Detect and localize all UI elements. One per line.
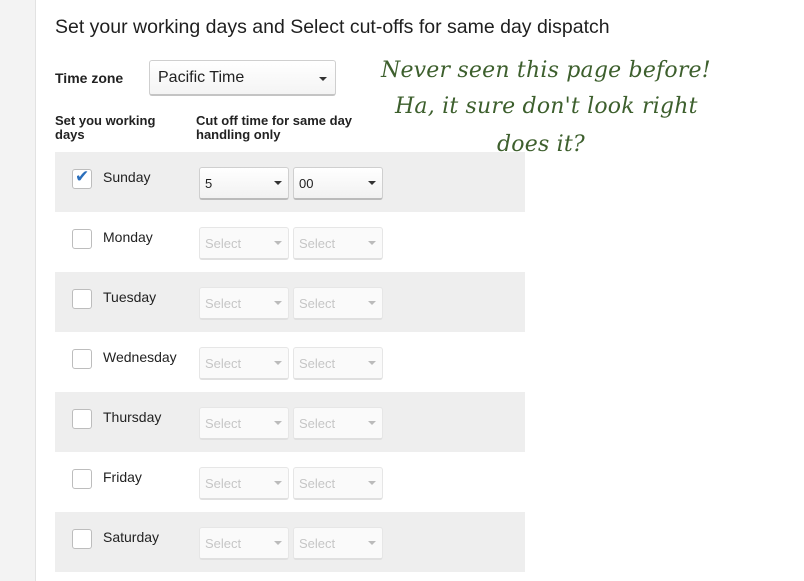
monday-hour-select[interactable]: Select xyxy=(199,227,289,260)
hour-value: 5 xyxy=(205,176,213,191)
friday-minute-select[interactable]: Select xyxy=(293,467,383,500)
annotation-line-3: does it? xyxy=(497,132,585,157)
minute-value: Select xyxy=(299,296,336,311)
chevron-down-icon xyxy=(368,241,376,245)
saturday-minute-select[interactable]: Select xyxy=(293,527,383,560)
annotation-line-1: Never seen this page before! xyxy=(381,58,711,83)
hour-value: Select xyxy=(205,356,242,371)
day-row-monday: Monday Select Select xyxy=(55,212,525,272)
friday-checkbox[interactable] xyxy=(72,469,92,489)
chevron-down-icon xyxy=(368,361,376,365)
chevron-down-icon xyxy=(368,301,376,305)
monday-checkbox[interactable] xyxy=(72,229,92,249)
day-label: Monday xyxy=(103,229,153,245)
saturday-hour-select[interactable]: Select xyxy=(199,527,289,560)
chevron-down-icon xyxy=(274,361,282,365)
cutoff-column-header: Cut off time for same day handling only xyxy=(196,113,353,142)
minute-value: 00 xyxy=(299,176,314,191)
saturday-checkbox[interactable] xyxy=(72,529,92,549)
minute-value: Select xyxy=(299,476,336,491)
tuesday-checkbox[interactable] xyxy=(72,289,92,309)
chevron-down-icon xyxy=(274,481,282,485)
thursday-checkbox[interactable] xyxy=(72,409,92,429)
day-row-sunday: ✔ Sunday 5 00 xyxy=(55,152,525,212)
sunday-checkbox[interactable]: ✔ xyxy=(72,167,92,189)
sunday-hour-select[interactable]: 5 xyxy=(199,167,289,200)
hour-value: Select xyxy=(205,416,242,431)
thursday-minute-select[interactable]: Select xyxy=(293,407,383,440)
wednesday-checkbox[interactable] xyxy=(72,349,92,369)
day-row-tuesday: Tuesday Select Select xyxy=(55,272,525,332)
friday-hour-select[interactable]: Select xyxy=(199,467,289,500)
day-row-friday: Friday Select Select xyxy=(55,452,525,512)
page-title: Set your working days and Select cut-off… xyxy=(55,16,610,38)
sunday-minute-select[interactable]: 00 xyxy=(293,167,383,200)
day-row-saturday: Saturday Select Select xyxy=(55,512,525,572)
chevron-down-icon xyxy=(368,541,376,545)
day-label: Friday xyxy=(103,469,142,485)
day-label: Thursday xyxy=(103,409,162,425)
days-column-header: Set you working days xyxy=(55,113,156,142)
chevron-down-icon xyxy=(368,421,376,425)
timezone-value: Pacific Time xyxy=(158,69,245,86)
chevron-down-icon xyxy=(274,301,282,305)
tuesday-minute-select[interactable]: Select xyxy=(293,287,383,320)
chevron-down-icon xyxy=(274,421,282,425)
minute-value: Select xyxy=(299,356,336,371)
hour-value: Select xyxy=(205,236,242,251)
hour-value: Select xyxy=(205,536,242,551)
chevron-down-icon xyxy=(368,481,376,485)
chevron-down-icon xyxy=(274,241,282,245)
chevron-down-icon xyxy=(319,77,327,81)
timezone-label: Time zone xyxy=(55,70,124,86)
wednesday-hour-select[interactable]: Select xyxy=(199,347,289,380)
day-label: Sunday xyxy=(103,169,151,185)
thursday-hour-select[interactable]: Select xyxy=(199,407,289,440)
tuesday-hour-select[interactable]: Select xyxy=(199,287,289,320)
annotation-line-2: Ha, it sure don't look right xyxy=(395,94,698,119)
monday-minute-select[interactable]: Select xyxy=(293,227,383,260)
wednesday-minute-select[interactable]: Select xyxy=(293,347,383,380)
day-label: Wednesday xyxy=(103,349,177,365)
chevron-down-icon xyxy=(274,541,282,545)
hour-value: Select xyxy=(205,296,242,311)
chevron-down-icon xyxy=(274,181,282,185)
timezone-select[interactable]: Pacific Time xyxy=(149,60,336,96)
day-label: Tuesday xyxy=(103,289,157,305)
minute-value: Select xyxy=(299,416,336,431)
hour-value: Select xyxy=(205,476,242,491)
checkmark-icon: ✔ xyxy=(75,167,90,186)
chevron-down-icon xyxy=(368,181,376,185)
minute-value: Select xyxy=(299,536,336,551)
day-label: Saturday xyxy=(103,529,160,545)
minute-value: Select xyxy=(299,236,336,251)
day-row-thursday: Thursday Select Select xyxy=(55,392,525,452)
day-row-wednesday: Wednesday Select Select xyxy=(55,332,525,392)
